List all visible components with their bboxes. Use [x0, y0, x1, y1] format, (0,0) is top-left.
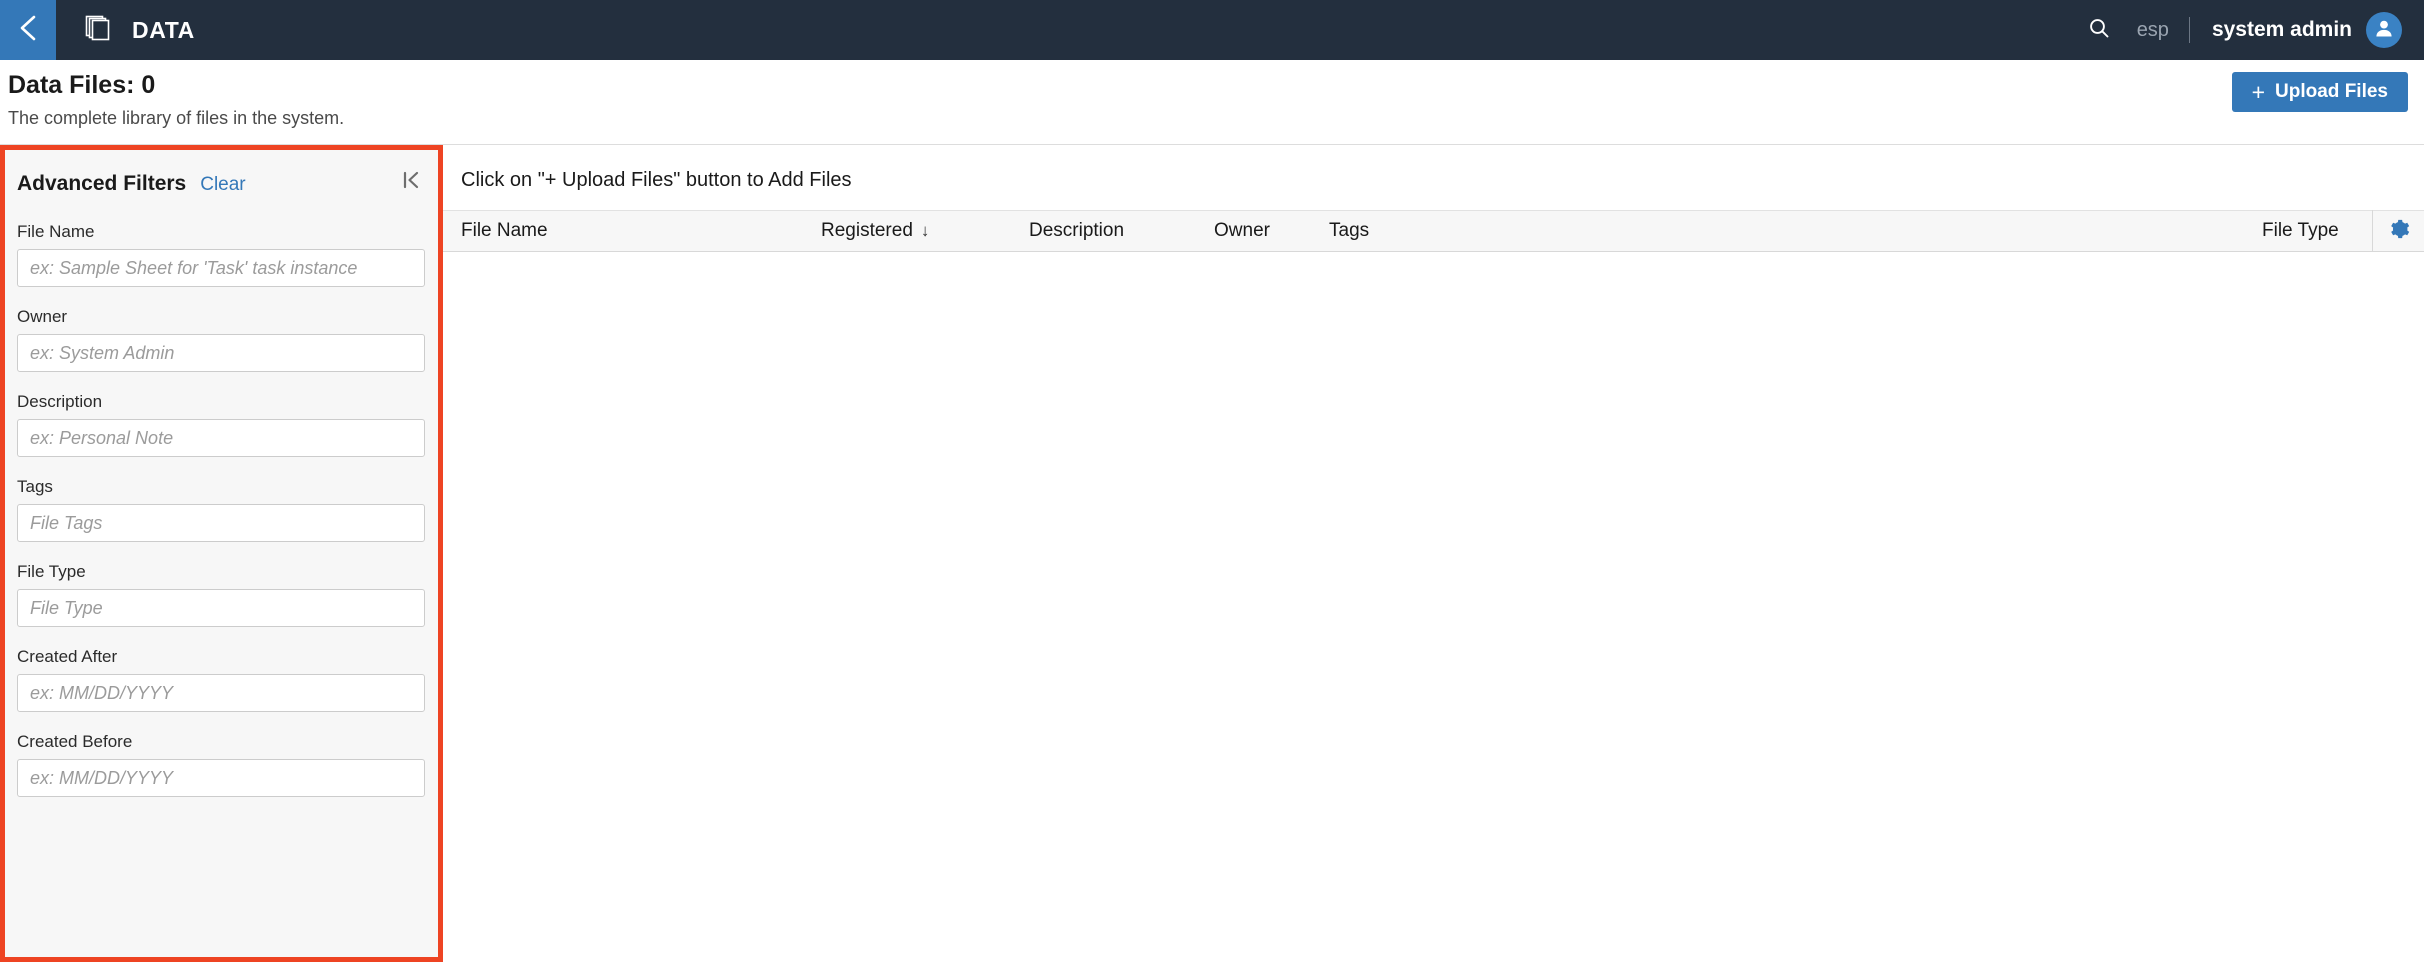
column-header-description[interactable]: Description: [1029, 220, 1214, 242]
filter-field-created-before: Created Before: [17, 732, 425, 797]
documents-stack-icon: [84, 13, 114, 48]
language-switcher[interactable]: esp: [2125, 19, 2181, 42]
column-label-file-name: File Name: [461, 220, 548, 241]
search-icon: [2087, 16, 2111, 45]
filter-label-description: Description: [17, 392, 103, 411]
filter-field-file-type: File Type: [17, 562, 425, 627]
empty-state-message: Click on "+ Upload Files" button to Add …: [461, 169, 852, 191]
user-avatar-icon: [2372, 16, 2396, 45]
back-button[interactable]: [0, 0, 56, 60]
filter-label-owner: Owner: [17, 307, 68, 326]
filter-label-created-after: Created After: [17, 647, 118, 666]
filter-label-created-before: Created Before: [17, 732, 133, 751]
column-header-file-name[interactable]: File Name: [461, 220, 821, 242]
owner-input[interactable]: [17, 334, 425, 372]
nav-right-cluster: esp system admin: [2073, 0, 2402, 60]
filter-field-tags: Tags: [17, 477, 425, 542]
created-before-input[interactable]: [17, 759, 425, 797]
column-header-file-type[interactable]: File Type: [2262, 220, 2372, 242]
column-label-file-type: File Type: [2262, 220, 2339, 241]
file-name-input[interactable]: [17, 249, 425, 287]
filter-field-created-after: Created After: [17, 647, 425, 712]
collapse-panel-left-icon[interactable]: [402, 170, 420, 196]
file-type-input[interactable]: [17, 589, 425, 627]
filter-label-tags: Tags: [17, 477, 53, 496]
table-body: [443, 252, 2424, 966]
sort-descending-icon: ↓: [920, 221, 930, 240]
nav-divider: [2188, 17, 2190, 43]
page-header: Data Files: 0 The complete library of fi…: [0, 60, 2424, 145]
page-body: Advanced Filters Clear File Name Owner D…: [0, 145, 2424, 966]
tags-input[interactable]: [17, 504, 425, 542]
gear-icon: [2388, 218, 2410, 245]
filter-field-file-name: File Name: [17, 222, 425, 287]
chevron-left-icon: [17, 13, 39, 48]
upload-files-button[interactable]: + Upload Files: [2231, 72, 2408, 112]
table-header-row: File Name Registered ↓ Description Owner…: [443, 210, 2424, 252]
filter-field-description: Description: [17, 392, 425, 457]
filter-label-file-name: File Name: [17, 222, 95, 241]
upload-files-label: Upload Files: [2275, 81, 2388, 102]
user-name-label[interactable]: system admin: [2198, 18, 2366, 42]
filters-header: Advanced Filters Clear: [17, 172, 422, 196]
search-button[interactable]: [2073, 16, 2125, 45]
app-brand: DATA: [84, 13, 195, 48]
plus-icon: +: [2251, 78, 2266, 105]
page-subtitle: The complete library of files in the sys…: [8, 108, 345, 128]
clear-filters-link[interactable]: Clear: [200, 174, 245, 196]
top-navigation-bar: DATA esp system admin: [0, 0, 2424, 60]
column-label-registered: Registered: [821, 220, 913, 241]
files-table-region: Click on "+ Upload Files" button to Add …: [443, 145, 2424, 966]
app-title: DATA: [132, 16, 195, 43]
column-header-registered[interactable]: Registered ↓: [821, 220, 946, 242]
page-title: Data Files: 0: [8, 71, 156, 99]
created-after-input[interactable]: [17, 674, 425, 712]
description-input[interactable]: [17, 419, 425, 457]
filters-title: Advanced Filters: [17, 172, 187, 195]
column-header-tags[interactable]: Tags: [1329, 220, 2262, 242]
column-label-description: Description: [1029, 220, 1125, 241]
column-header-owner[interactable]: Owner: [1214, 220, 1329, 242]
advanced-filters-panel: Advanced Filters Clear File Name Owner D…: [0, 145, 443, 962]
table-settings-button[interactable]: [2372, 210, 2424, 252]
column-label-owner: Owner: [1214, 220, 1270, 241]
filter-field-owner: Owner: [17, 307, 425, 372]
filter-label-file-type: File Type: [17, 562, 86, 581]
avatar[interactable]: [2366, 12, 2402, 48]
column-label-tags: Tags: [1329, 220, 1370, 241]
